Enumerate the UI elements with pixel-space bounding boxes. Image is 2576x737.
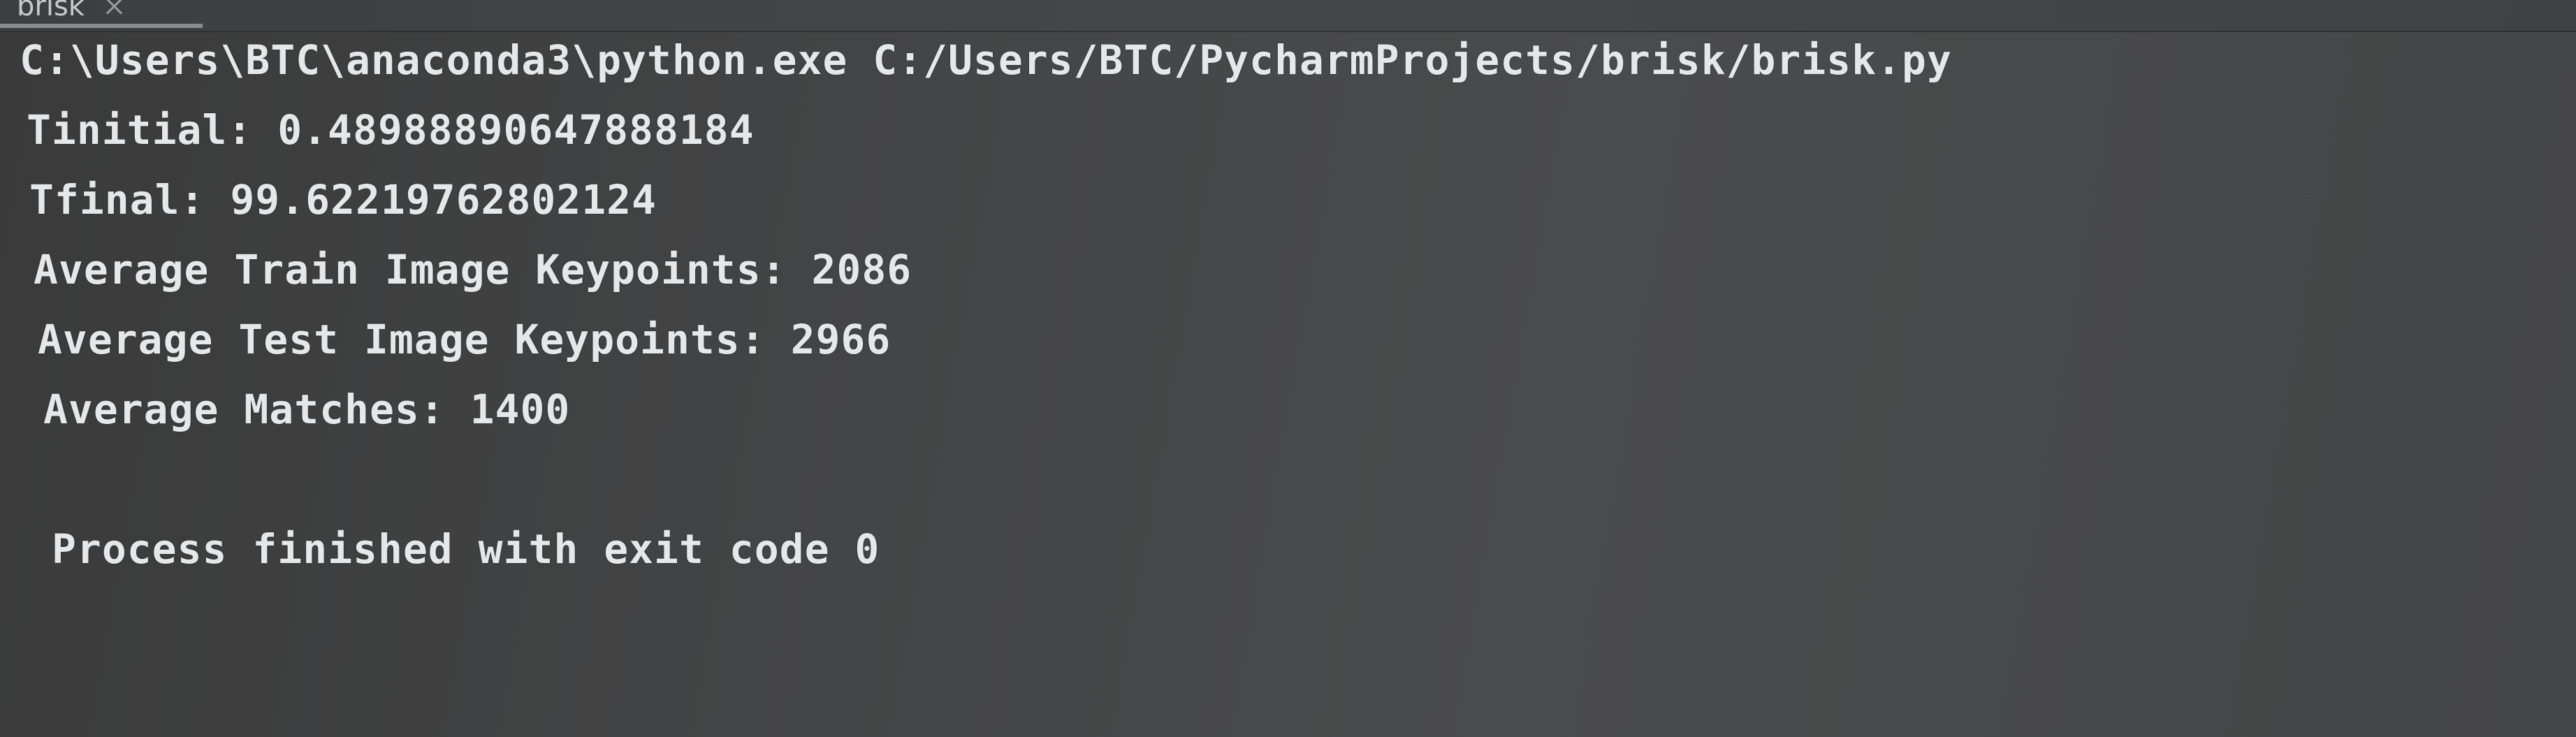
console-output[interactable]: C:\Users\BTC\anaconda3\python.exe C:/Use…	[20, 36, 2549, 721]
run-window: brisk C:\Users\BTC\anaconda3\python.exe …	[0, 0, 2576, 737]
console-line-tfinal: Tfinal: 99.62219762802124	[29, 176, 657, 224]
console-line-command: C:\Users\BTC\anaconda3\python.exe C:/Use…	[20, 36, 1952, 84]
console-line-exit-status: Process finished with exit code 0	[52, 525, 880, 573]
tab-bar: brisk	[0, 0, 2576, 32]
console-line-train-keypoints: Average Train Image Keypoints: 2086	[34, 246, 912, 293]
console-line-test-keypoints: Average Test Image Keypoints: 2966	[38, 316, 892, 363]
console-line-tinitial: Tinitial: 0.48988890647888184	[27, 106, 755, 154]
tab-label: brisk	[17, 0, 85, 22]
console-line-matches: Average Matches: 1400	[43, 386, 571, 433]
close-icon[interactable]	[104, 0, 125, 17]
tab-brisk[interactable]: brisk	[0, 0, 203, 28]
